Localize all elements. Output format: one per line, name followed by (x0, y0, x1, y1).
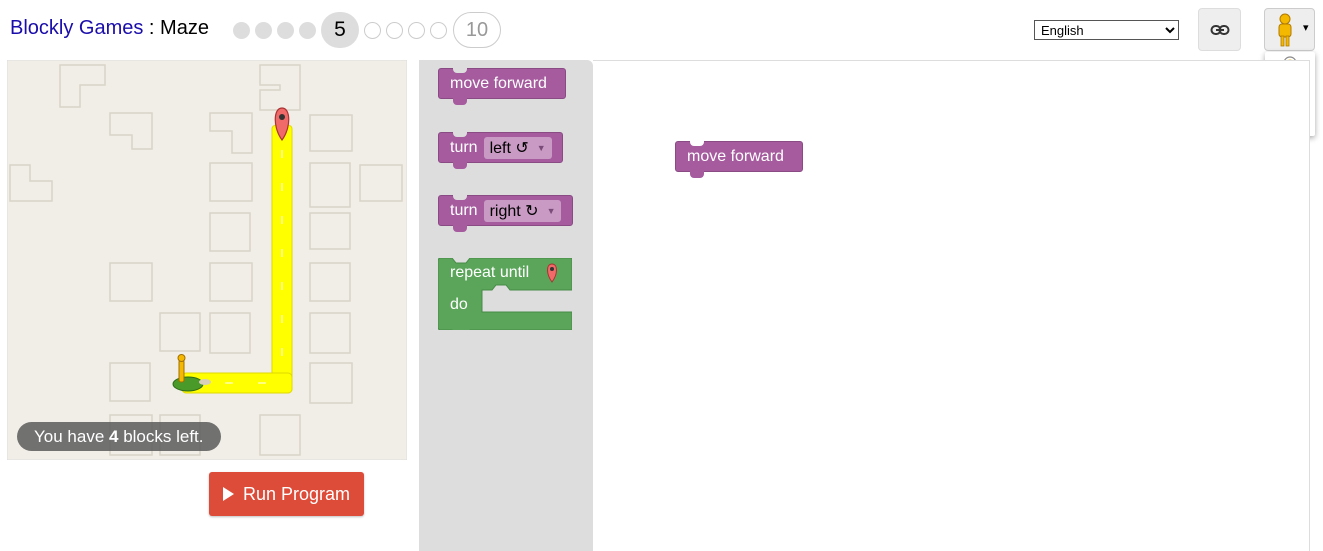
run-program-label: Run Program (242, 483, 351, 504)
turn-direction-dropdown[interactable]: right ↻ ▼ (483, 199, 562, 222)
move-forward-label: move forward (450, 74, 547, 92)
link-icon (1210, 24, 1229, 35)
do-label: do (450, 296, 468, 313)
level-7-dot[interactable] (386, 21, 403, 39)
level-8-dot[interactable] (408, 21, 425, 39)
turn-direction-value: right ↻ (489, 202, 539, 220)
toolbox-move-forward-block[interactable]: move forward (438, 68, 566, 105)
pegman-player-icon (177, 354, 186, 383)
play-icon (222, 487, 234, 501)
pegman-icon (1278, 13, 1292, 47)
blocks-left-suffix: blocks left. (118, 427, 204, 446)
dropdown-arrow-icon: ▼ (546, 205, 556, 216)
turn-label: turn (450, 138, 478, 156)
chevron-down-icon: ▾ (1303, 22, 1309, 34)
avatar-button[interactable]: ▾ (1264, 8, 1315, 51)
game-name: Maze (160, 17, 209, 39)
level-selector: 5 10 (233, 12, 501, 48)
maze-canvas (7, 60, 407, 460)
level-4-dot[interactable] (299, 21, 316, 39)
page-title: Blockly Games : Maze (10, 17, 209, 40)
turn-direction-dropdown[interactable]: left ↺ ▼ (483, 136, 552, 159)
dropdown-arrow-icon: ▼ (536, 142, 546, 153)
turn-direction-value: left ↺ (489, 139, 529, 157)
level-9-dot[interactable] (430, 21, 447, 39)
app-home-link[interactable]: Blockly Games (10, 17, 143, 39)
language-select[interactable]: English (1034, 20, 1179, 40)
level-2-dot[interactable] (255, 21, 272, 39)
level-3-dot[interactable] (277, 21, 294, 39)
level-1-dot[interactable] (233, 21, 250, 39)
toolbox-turn-right-block[interactable]: turn right ↻ ▼ (438, 195, 573, 232)
title-separator: : (143, 17, 161, 39)
toolbox-turn-left-block[interactable]: turn left ↺ ▼ (438, 132, 563, 169)
program-workspace[interactable]: move forward (593, 60, 1310, 551)
blocks-left-prefix: You have (34, 427, 109, 446)
move-forward-label: move forward (687, 147, 784, 165)
workspace-move-forward-block[interactable]: move forward (675, 141, 803, 178)
current-level-indicator: 5 (321, 12, 359, 48)
link-button[interactable] (1198, 8, 1241, 51)
level-10-button[interactable]: 10 (453, 12, 501, 48)
run-program-button[interactable]: Run Program (209, 472, 364, 516)
blocks-left-notice: You have 4 blocks left. (17, 422, 221, 451)
turn-label: turn (450, 201, 478, 219)
level-6-dot[interactable] (364, 21, 381, 39)
repeat-until-label: repeat until (450, 264, 530, 281)
